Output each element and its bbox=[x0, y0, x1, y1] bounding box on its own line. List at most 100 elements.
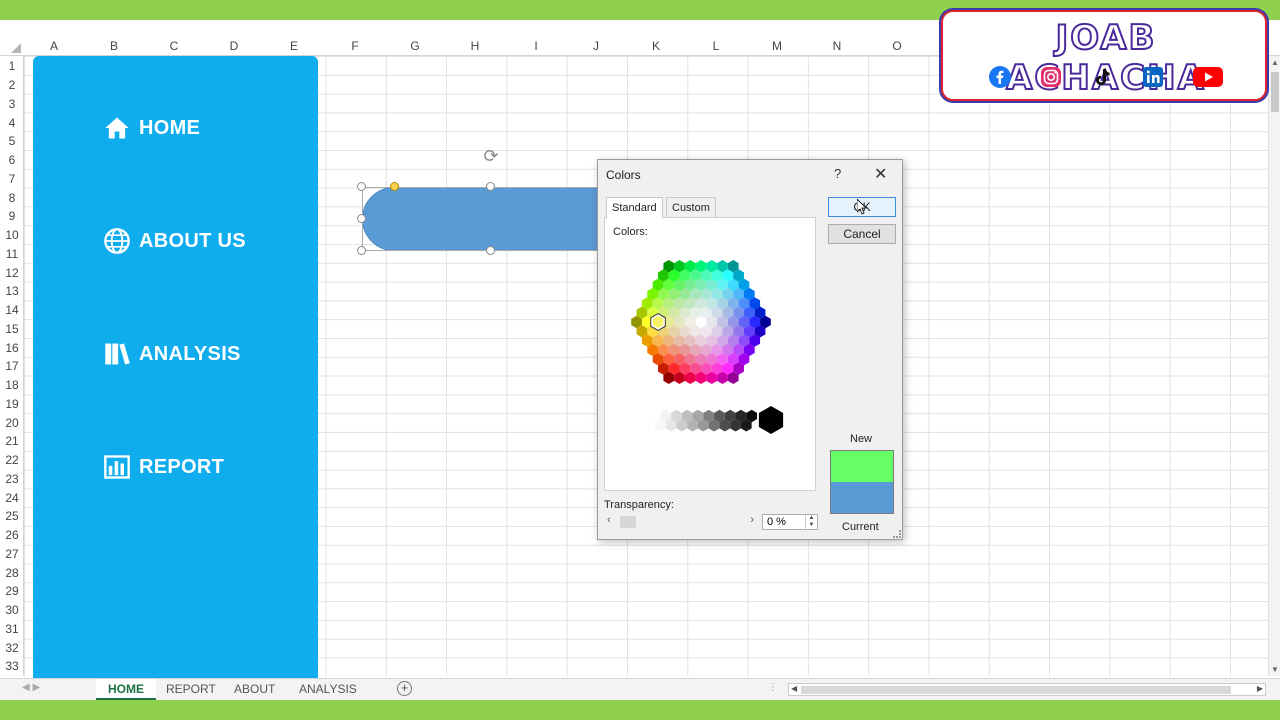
resize-handle[interactable] bbox=[486, 246, 495, 255]
mouse-cursor-icon bbox=[857, 199, 867, 215]
instagram-icon bbox=[1040, 66, 1062, 88]
nav-analysis-label: ANALYSIS bbox=[139, 342, 241, 365]
splitter-handle-icon[interactable]: ⋮ bbox=[768, 682, 778, 693]
row-header[interactable]: 12 bbox=[0, 266, 24, 280]
row-header[interactable]: 27 bbox=[0, 547, 24, 561]
add-sheet-icon[interactable]: + bbox=[397, 681, 412, 696]
scroll-thumb[interactable] bbox=[1271, 72, 1279, 112]
sheet-tab-home[interactable]: HOME bbox=[96, 679, 156, 700]
column-header[interactable]: M bbox=[747, 39, 807, 53]
scroll-left-icon[interactable]: ◀ bbox=[791, 684, 797, 693]
row-header[interactable]: 18 bbox=[0, 378, 24, 392]
slider-right-icon[interactable]: › bbox=[750, 514, 754, 526]
sheet-tab-about[interactable]: ABOUT bbox=[222, 679, 287, 700]
row-header[interactable]: 7 bbox=[0, 172, 24, 186]
column-header[interactable]: I bbox=[506, 39, 566, 53]
sheet-nav-arrows-icon[interactable]: ◀ ▶ bbox=[22, 682, 40, 693]
row-header[interactable]: 30 bbox=[0, 603, 24, 617]
rotate-handle-icon[interactable]: ⟳ bbox=[481, 146, 501, 166]
scroll-right-icon[interactable]: ▶ bbox=[1257, 684, 1263, 693]
help-button[interactable]: ? bbox=[834, 166, 841, 181]
row-header[interactable]: 21 bbox=[0, 434, 24, 448]
resize-handle[interactable] bbox=[357, 214, 366, 223]
tiktok-icon bbox=[1091, 66, 1113, 88]
cancel-button[interactable]: Cancel bbox=[828, 224, 896, 244]
nav-about-button[interactable]: ABOUT US bbox=[103, 227, 246, 255]
column-header[interactable]: N bbox=[807, 39, 867, 53]
row-header[interactable]: 8 bbox=[0, 191, 24, 205]
row-header[interactable]: 2 bbox=[0, 78, 24, 92]
row-header[interactable]: 29 bbox=[0, 584, 24, 598]
column-header[interactable]: F bbox=[325, 39, 385, 53]
row-header[interactable]: 31 bbox=[0, 622, 24, 636]
sheet-tab-report[interactable]: REPORT bbox=[154, 679, 228, 700]
row-header[interactable]: 4 bbox=[0, 116, 24, 130]
row-header[interactable]: 13 bbox=[0, 284, 24, 298]
slider-thumb[interactable] bbox=[620, 516, 636, 528]
tab-standard[interactable]: Standard bbox=[606, 197, 663, 219]
column-header[interactable]: E bbox=[264, 39, 324, 53]
row-header[interactable]: 10 bbox=[0, 228, 24, 242]
black-hex-swatch[interactable] bbox=[758, 406, 784, 434]
row-header[interactable]: 15 bbox=[0, 322, 24, 336]
row-header[interactable]: 24 bbox=[0, 491, 24, 505]
hexagon-color-picker[interactable] bbox=[605, 232, 817, 492]
row-header[interactable]: 20 bbox=[0, 416, 24, 430]
resize-grip-icon[interactable] bbox=[893, 530, 901, 538]
spin-button-icon[interactable]: ▲ ▼ bbox=[805, 515, 817, 529]
transparency-label: Transparency: bbox=[604, 499, 674, 511]
home-icon bbox=[105, 117, 129, 139]
column-header[interactable]: D bbox=[204, 39, 264, 53]
row-header[interactable]: 19 bbox=[0, 397, 24, 411]
row-header[interactable]: 17 bbox=[0, 359, 24, 373]
row-header[interactable]: 5 bbox=[0, 134, 24, 148]
row-header[interactable]: 16 bbox=[0, 341, 24, 355]
row-header[interactable]: 3 bbox=[0, 97, 24, 111]
adjust-handle[interactable] bbox=[390, 182, 399, 191]
row-header[interactable]: 11 bbox=[0, 247, 24, 261]
transparency-input[interactable]: 0 % ▲ ▼ bbox=[762, 514, 818, 530]
row-header[interactable]: 6 bbox=[0, 153, 24, 167]
row-header[interactable]: 26 bbox=[0, 528, 24, 542]
selection-outline bbox=[362, 187, 602, 251]
sheet-tab-bar: ◀ ▶ HOME REPORT ABOUT ANALYSIS + ⋮ ◀ ▶ bbox=[0, 678, 1280, 700]
row-header[interactable]: 32 bbox=[0, 641, 24, 655]
select-all-corner[interactable] bbox=[0, 36, 24, 56]
tab-custom[interactable]: Custom bbox=[666, 197, 716, 219]
nav-report-button[interactable]: REPORT bbox=[103, 453, 224, 481]
column-header[interactable]: K bbox=[626, 39, 686, 53]
resize-handle[interactable] bbox=[357, 246, 366, 255]
resize-handle[interactable] bbox=[357, 182, 366, 191]
column-header[interactable]: L bbox=[686, 39, 746, 53]
dialog-title: Colors bbox=[606, 168, 641, 182]
row-header[interactable]: 1 bbox=[0, 59, 24, 73]
row-header[interactable]: 22 bbox=[0, 453, 24, 467]
row-header[interactable]: 9 bbox=[0, 209, 24, 223]
sheet-tab-analysis[interactable]: ANALYSIS bbox=[287, 679, 369, 700]
scroll-up-icon[interactable]: ▲ bbox=[1271, 58, 1279, 67]
horizontal-scrollbar[interactable]: ◀ ▶ bbox=[788, 683, 1266, 696]
transparency-slider[interactable]: ‹ › bbox=[604, 514, 754, 530]
row-header[interactable]: 14 bbox=[0, 303, 24, 317]
column-header[interactable]: A bbox=[24, 39, 84, 53]
horizontal-scroll-thumb[interactable] bbox=[801, 686, 1231, 694]
row-header[interactable]: 23 bbox=[0, 472, 24, 486]
scroll-down-icon[interactable]: ▼ bbox=[1271, 665, 1279, 674]
row-header[interactable]: 25 bbox=[0, 509, 24, 523]
column-header[interactable]: B bbox=[84, 39, 144, 53]
column-header[interactable]: O bbox=[867, 39, 927, 53]
vertical-scrollbar[interactable]: ▲ ▼ bbox=[1268, 56, 1280, 676]
resize-handle[interactable] bbox=[486, 182, 495, 191]
slider-left-icon[interactable]: ‹ bbox=[607, 514, 611, 526]
close-button[interactable]: ✕ bbox=[874, 164, 887, 184]
row-header[interactable]: 33 bbox=[0, 659, 24, 673]
column-header[interactable]: G bbox=[385, 39, 445, 53]
current-color-swatch bbox=[830, 482, 894, 514]
nav-home-button[interactable]: HOME bbox=[103, 114, 200, 142]
nav-analysis-button[interactable]: ANALYSIS bbox=[103, 340, 241, 368]
column-header[interactable]: C bbox=[144, 39, 204, 53]
column-header[interactable]: J bbox=[566, 39, 626, 53]
row-header[interactable]: 28 bbox=[0, 566, 24, 580]
column-header[interactable]: H bbox=[445, 39, 505, 53]
nav-sidebar: HOME ABOUT US ANALYSIS REPORT bbox=[33, 56, 318, 680]
